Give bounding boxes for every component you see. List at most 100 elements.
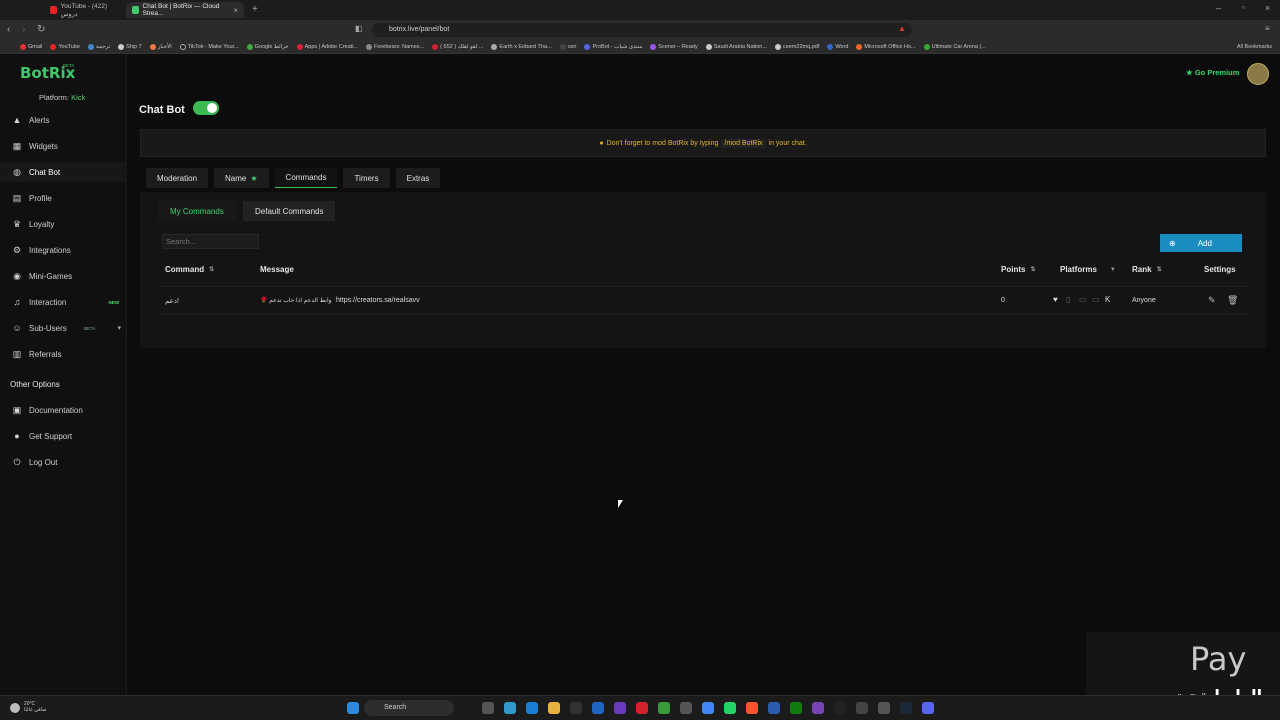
- tab-name[interactable]: Name ★: [214, 168, 269, 188]
- sidebar-item-documentation[interactable]: ▣ Documentation: [0, 400, 127, 420]
- app-icon[interactable]: [856, 702, 868, 714]
- edit-icon[interactable]: ✎: [1208, 295, 1216, 306]
- bookmark-item[interactable]: الأخبار: [149, 43, 172, 50]
- go-premium-link[interactable]: ★ Go Premium: [1186, 68, 1239, 77]
- store-icon[interactable]: [570, 702, 582, 714]
- sidebar-item-interaction[interactable]: ♫ Interaction NEW: [0, 292, 127, 312]
- app-icon[interactable]: [614, 702, 626, 714]
- sidebar-item-profile[interactable]: ▤ Profile: [0, 188, 127, 208]
- bookmark-item[interactable]: ترجمة: [88, 43, 110, 50]
- sidebar-item-integrations[interactable]: ⚙ Integrations: [0, 240, 127, 260]
- bookmark-item[interactable]: YouTube: [50, 43, 80, 50]
- opera-icon[interactable]: [636, 702, 648, 714]
- sort-icon: ⇅: [209, 267, 215, 273]
- outlook-icon[interactable]: [592, 702, 604, 714]
- subtab-my-commands[interactable]: My Commands: [158, 201, 236, 221]
- subtab-default-commands[interactable]: Default Commands: [243, 201, 336, 221]
- column-header-message: Message: [260, 265, 294, 274]
- sidebar-item-widgets[interactable]: ▦ Widgets: [0, 136, 127, 156]
- copilot-icon[interactable]: [504, 702, 516, 714]
- youtube-platform-icon: ▭: [1079, 295, 1087, 304]
- sidebar-item-sub-users[interactable]: ☺ Sub-Users BETA ▾: [0, 318, 127, 338]
- tab-timers[interactable]: Timers: [343, 168, 390, 188]
- bookmark-item[interactable]: TikTok - Make Your...: [179, 43, 239, 50]
- chrome-icon[interactable]: [702, 702, 714, 714]
- tab-label: Chat Bot | BotRix — Cloud Strea...: [142, 3, 220, 17]
- tab-extras[interactable]: Extras: [395, 168, 441, 188]
- avatar[interactable]: [1247, 63, 1269, 85]
- message-link[interactable]: https://creators.sa/realsavv: [336, 297, 420, 304]
- brave-icon[interactable]: [746, 702, 758, 714]
- sidebar-item-log-out[interactable]: ⏻ Log Out: [0, 452, 127, 472]
- tab-close-icon[interactable]: ×: [233, 6, 238, 15]
- column-header-points[interactable]: Points ⇅: [1001, 265, 1035, 274]
- app-icon[interactable]: [812, 702, 824, 714]
- bookmark-item[interactable]: ceem22mq.pdf: [774, 43, 819, 50]
- menu-icon[interactable]: ≡: [1265, 24, 1270, 33]
- task-view-icon[interactable]: [482, 702, 494, 714]
- steam-icon[interactable]: [900, 702, 912, 714]
- bookmark-item[interactable]: Ultimate Car Arena |...: [923, 43, 986, 50]
- taskbar-search[interactable]: Search: [364, 700, 454, 716]
- weather-widget[interactable]: 20°C صافي غالبًا: [24, 701, 46, 713]
- new-badge: NEW: [108, 299, 120, 305]
- bookmark-item[interactable]: Saudi Arabia Nation...: [705, 43, 767, 50]
- mouse-cursor: [618, 500, 623, 508]
- logout-icon: ⏻: [13, 456, 21, 467]
- bookmark-item[interactable]: Forebears: Names...: [366, 43, 424, 50]
- windows-start-icon[interactable]: [347, 702, 359, 714]
- add-command-button[interactable]: ⊕ Add: [1160, 234, 1242, 252]
- column-header-command[interactable]: Command ⇅: [165, 265, 214, 274]
- bookmark-item[interactable]: osn: [559, 43, 576, 50]
- maximize-icon[interactable]: ▫: [1242, 3, 1245, 12]
- bookmark-item[interactable]: Gmail: [20, 43, 42, 50]
- url-field[interactable]: botrix.live/panel/bot: [372, 23, 912, 37]
- edge-icon[interactable]: [526, 702, 538, 714]
- all-bookmarks[interactable]: All Bookmarks: [1237, 44, 1272, 50]
- column-header-platforms[interactable]: Platforms ▼: [1060, 265, 1116, 274]
- discord-icon[interactable]: [922, 702, 934, 714]
- browser-tab-youtube[interactable]: YouTube - (422) دروس: [44, 2, 120, 18]
- bookmark-item[interactable]: Apps | Adobe Creati...: [296, 43, 358, 50]
- bookmark-page-icon[interactable]: ◧: [355, 24, 363, 33]
- bookmark-item[interactable]: Earth x Eobard Tha...: [491, 43, 552, 50]
- chatbot-enable-toggle[interactable]: [193, 101, 219, 115]
- tab-moderation[interactable]: Moderation: [146, 168, 209, 188]
- obs-icon[interactable]: [834, 702, 846, 714]
- xbox-icon[interactable]: [790, 702, 802, 714]
- back-icon[interactable]: ‹: [7, 24, 10, 35]
- reload-icon[interactable]: ↻: [37, 24, 45, 35]
- brave-shield-icon[interactable]: ▲: [898, 24, 906, 33]
- search-input[interactable]: [162, 234, 259, 249]
- bookmark-item[interactable]: Scener – Ready: [650, 43, 698, 50]
- bookmark-item[interactable]: ProBot - منتدى شباب: [584, 43, 642, 50]
- sort-icon: ⇅: [1030, 267, 1036, 273]
- app-icon[interactable]: [768, 702, 780, 714]
- bookmark-item[interactable]: Word: [827, 43, 848, 50]
- sidebar-item-chat-bot[interactable]: ◍ Chat Bot: [0, 162, 127, 182]
- table-row[interactable]: دعم! وابط الدعم اذا حاب تدعم 🌹 https://c…: [156, 286, 1250, 315]
- minimize-icon[interactable]: –: [1216, 3, 1221, 13]
- bookmark-item[interactable]: Ship 7: [118, 43, 142, 50]
- sidebar-item-alerts[interactable]: ▲ Alerts: [0, 110, 127, 130]
- bookmark-item[interactable]: اهو اهلك ( 652 ) ...: [432, 43, 483, 50]
- sidebar-item-mini-games[interactable]: ◉ Mini-Games: [0, 266, 127, 286]
- close-window-icon[interactable]: ×: [1265, 3, 1270, 13]
- column-header-rank[interactable]: Rank ⇅: [1132, 265, 1162, 274]
- sidebar-item-referrals[interactable]: ▥ Referrals: [0, 344, 127, 364]
- tab-commands[interactable]: Commands: [274, 168, 338, 188]
- bookmark-item[interactable]: Google خرائط: [246, 43, 289, 50]
- app-icon[interactable]: [680, 702, 692, 714]
- minecraft-icon[interactable]: [658, 702, 670, 714]
- browser-tab-botrix[interactable]: Chat Bot | BotRix — Cloud Strea... ×: [126, 2, 244, 18]
- sidebar-item-loyalty[interactable]: ♛ Loyalty: [0, 214, 127, 234]
- forward-icon[interactable]: ›: [22, 24, 25, 35]
- file-explorer-icon[interactable]: [548, 702, 560, 714]
- sidebar-item-get-support[interactable]: ● Get Support: [0, 426, 127, 446]
- column-header-settings: Settings: [1204, 265, 1236, 274]
- new-tab-icon[interactable]: +: [252, 4, 258, 15]
- delete-icon[interactable]: 🗑: [1227, 295, 1238, 306]
- whatsapp-icon[interactable]: [724, 702, 736, 714]
- app-icon[interactable]: [878, 702, 890, 714]
- bookmark-item[interactable]: Microsoft Office Ho...: [856, 43, 916, 50]
